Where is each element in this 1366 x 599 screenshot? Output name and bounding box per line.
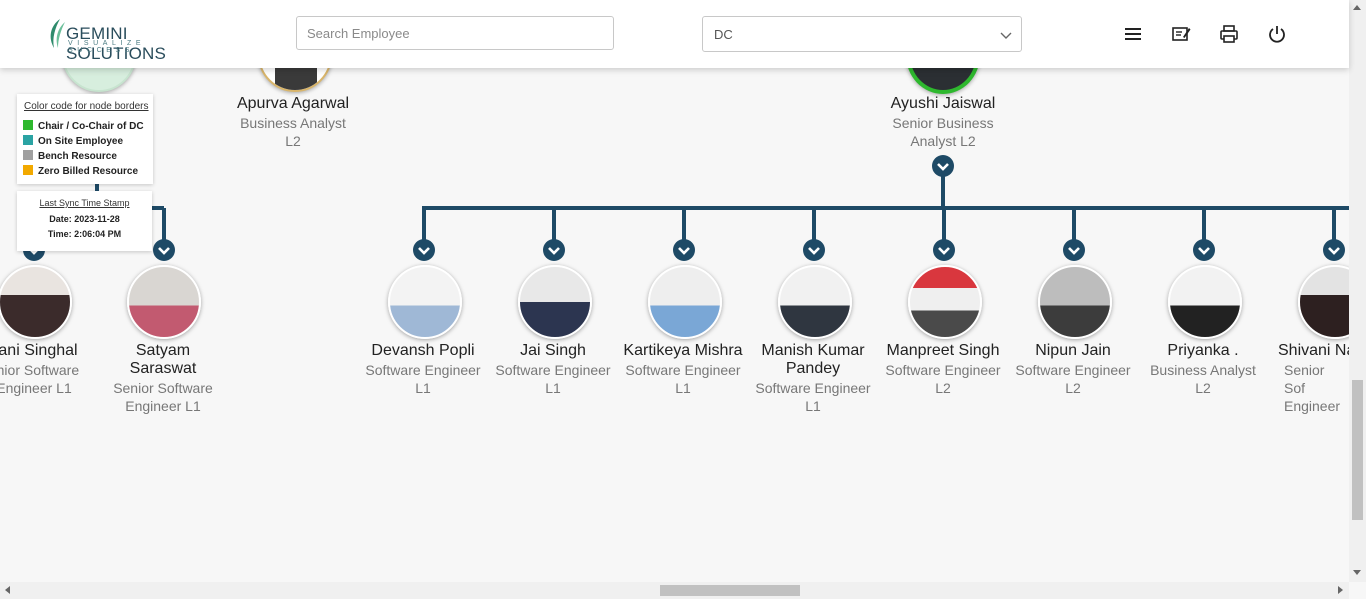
legend-item-onsite: On Site Employee: [23, 135, 123, 147]
top-header: GEMINI SOLUTIONS VISUALIZE SUCCESS DC: [0, 0, 1349, 68]
vertical-scroll-thumb[interactable]: [1352, 380, 1363, 520]
node-child-1[interactable]: Jai Singh Software Engineer L1: [488, 342, 618, 397]
scroll-down-icon[interactable]: [1353, 570, 1361, 575]
employee-name: Nipun Jain: [1035, 342, 1111, 359]
collapse-toggle-icon[interactable]: [932, 155, 954, 177]
node-child-3[interactable]: Manish Kumar Pandey Software Engineer L1: [748, 342, 878, 415]
avatar-child[interactable]: [127, 265, 201, 339]
employee-role: Business Analyst L2: [1150, 362, 1256, 396]
power-icon[interactable]: [1267, 24, 1287, 44]
employee-role: Software Engineer L2: [1015, 362, 1131, 396]
brand-tagline: VISUALIZE SUCCESS: [68, 40, 146, 54]
employee-role: Senior Sof Engineer: [1284, 362, 1341, 414]
horizontal-scrollbar[interactable]: [0, 582, 1349, 599]
employee-name: Devansh Popli: [371, 342, 475, 359]
employee-role: Senior Software Engineer L1: [113, 380, 213, 414]
expand-toggle-icon[interactable]: [803, 239, 825, 261]
node-child-5[interactable]: Nipun Jain Software Engineer L2: [1008, 342, 1138, 397]
avatar-child[interactable]: [0, 265, 72, 339]
expand-toggle-icon[interactable]: [153, 239, 175, 261]
node-apurva[interactable]: Apurva Agarwal Business Analyst L2: [228, 95, 358, 150]
expand-toggle-icon[interactable]: [673, 239, 695, 261]
legend-label: On Site Employee: [38, 136, 124, 147]
node-child-left-1[interactable]: Satyam Saraswat Senior Software Engineer…: [98, 342, 228, 415]
legend-swatch: [23, 135, 33, 145]
legend-label: Bench Resource: [38, 151, 117, 162]
avatar-child[interactable]: [648, 265, 722, 339]
node-child-4[interactable]: Manpreet Singh Software Engineer L2: [878, 342, 1008, 397]
node-child-6[interactable]: Priyanka . Business Analyst L2: [1138, 342, 1268, 397]
node-child-left-0[interactable]: yani Singhal enior Software Engineer L1: [0, 342, 99, 397]
legend-swatch: [23, 150, 33, 160]
dc-selected-value: DC: [714, 27, 733, 42]
chevron-down-icon: [1000, 32, 1012, 39]
employee-role: Software Engineer L2: [885, 362, 1001, 396]
node-ayushi[interactable]: Ayushi Jaiswal Senior Business Analyst L…: [878, 95, 1008, 150]
scroll-up-icon[interactable]: [1353, 5, 1361, 10]
sync-date: Date: 2023-11-28: [49, 214, 120, 224]
expand-toggle-icon[interactable]: [933, 239, 955, 261]
expand-toggle-icon[interactable]: [1063, 239, 1085, 261]
print-icon[interactable]: [1219, 24, 1239, 44]
employee-name: Apurva Agarwal: [236, 95, 350, 112]
expand-toggle-icon[interactable]: [413, 239, 435, 261]
sync-title: Last Sync Time Stamp: [39, 198, 130, 208]
employee-name: yani Singhal: [0, 342, 78, 359]
sync-time: Time: 2:06:04 PM: [47, 229, 122, 239]
scroll-left-icon[interactable]: [5, 586, 10, 594]
avatar-child[interactable]: [388, 265, 462, 339]
vertical-scrollbar[interactable]: [1349, 0, 1366, 582]
legend-item-chair: Chair / Co-Chair of DC: [23, 120, 144, 132]
employee-name: Manish Kumar Pandey: [761, 342, 865, 377]
node-child-0[interactable]: Devansh Popli Software Engineer L1: [358, 342, 488, 397]
expand-toggle-icon[interactable]: [1323, 239, 1345, 261]
legend-swatch: [23, 120, 33, 130]
avatar-child[interactable]: [1038, 265, 1112, 339]
legend-label: Zero Billed Resource: [38, 166, 139, 177]
horizontal-scroll-thumb[interactable]: [660, 585, 800, 596]
search-employee-input[interactable]: [296, 16, 614, 50]
company-logo[interactable]: GEMINI SOLUTIONS VISUALIZE SUCCESS: [46, 18, 216, 63]
expand-toggle-icon[interactable]: [543, 239, 565, 261]
employee-name: Shivani Na: [1278, 342, 1349, 359]
employee-name: Ayushi Jaiswal: [890, 95, 996, 112]
employee-role: enior Software Engineer L1: [0, 362, 80, 396]
employee-name: Satyam Saraswat: [129, 342, 197, 377]
legend-swatch: [23, 165, 33, 175]
expand-toggle-icon[interactable]: [1193, 239, 1215, 261]
employee-role: Senior Business Analyst L2: [892, 115, 994, 149]
employee-name: Kartikeya Mishra: [623, 342, 743, 359]
employee-name: Priyanka .: [1167, 342, 1239, 359]
border-color-legend: Color code for node borders Chair / Co-C…: [17, 94, 153, 184]
employee-role: Business Analyst L2: [240, 115, 346, 149]
employee-role: Software Engineer L1: [625, 362, 741, 396]
avatar-child[interactable]: [1168, 265, 1242, 339]
node-child-2[interactable]: Kartikeya Mishra Software Engineer L1: [618, 342, 748, 397]
menu-icon[interactable]: [1123, 24, 1143, 44]
legend-item-zero-billed: Zero Billed Resource: [23, 165, 138, 177]
employee-name: Jai Singh: [520, 342, 586, 359]
employee-role: Software Engineer L1: [495, 362, 611, 396]
sync-timestamp-card: Last Sync Time Stamp Date: 2023-11-28 Ti…: [17, 191, 152, 251]
node-child-7[interactable]: Shivani Na Senior Sof Engineer: [1268, 342, 1349, 415]
legend-label: Chair / Co-Chair of DC: [38, 121, 144, 132]
leaf-logo-icon: [50, 19, 65, 48]
org-chart: Apurva Agarwal Business Analyst L2 Ayush…: [0, 0, 1349, 580]
avatar-child[interactable]: [778, 265, 852, 339]
avatar-child[interactable]: [908, 265, 982, 339]
legend-item-bench: Bench Resource: [23, 150, 117, 162]
legend-title: Color code for node borders: [24, 101, 149, 112]
avatar-child[interactable]: [518, 265, 592, 339]
employee-role: Software Engineer L1: [755, 380, 871, 414]
employee-role: Software Engineer L1: [365, 362, 481, 396]
dc-select[interactable]: DC: [702, 16, 1022, 52]
employee-name: Manpreet Singh: [886, 342, 1000, 359]
scroll-right-icon[interactable]: [1338, 586, 1343, 594]
edit-note-icon[interactable]: [1171, 24, 1191, 44]
